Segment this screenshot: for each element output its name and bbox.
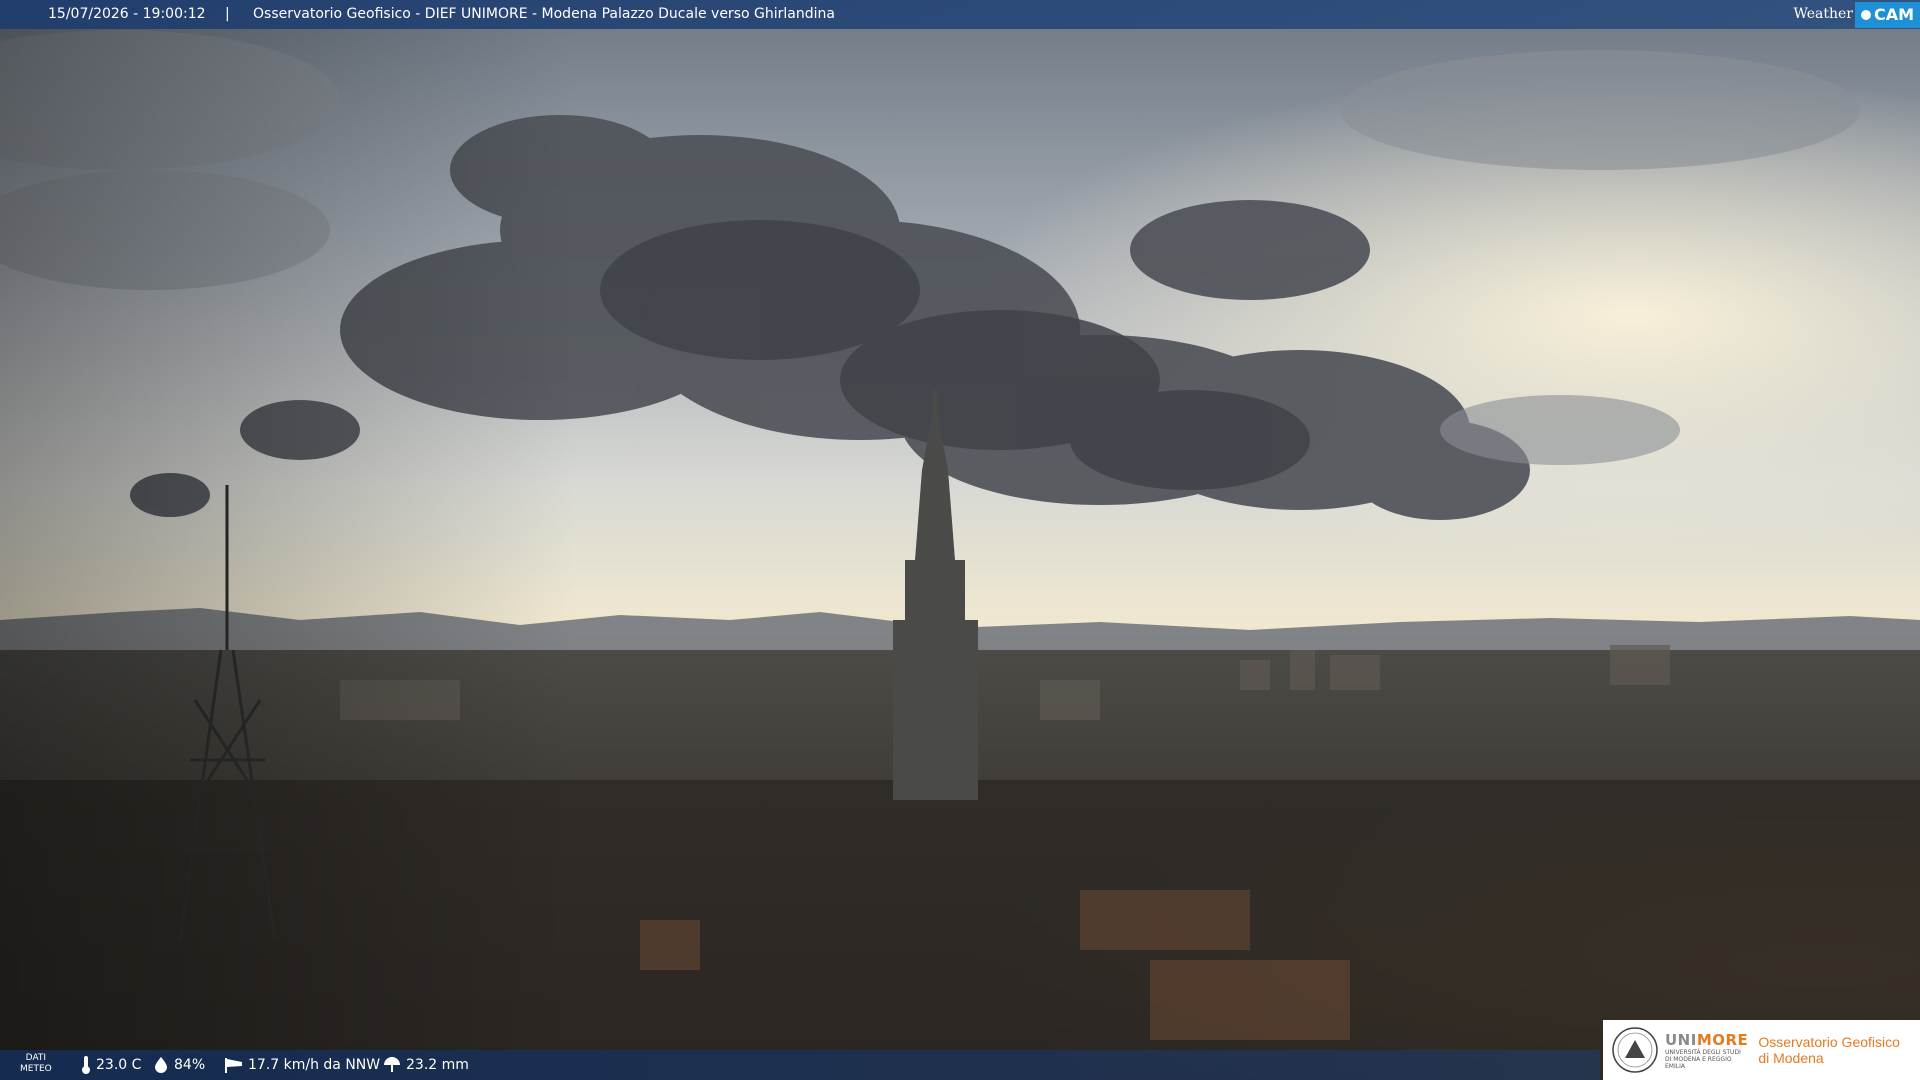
university-wordmark: UNIMORE: [1665, 1030, 1749, 1049]
humidity-drop-icon: [155, 1057, 167, 1073]
weather-data-label-line1: DATI: [25, 1053, 47, 1063]
caption-bar: 15/07/2026 - 19:00:12 | Osservatorio Geo…: [0, 0, 1920, 29]
thermometer-icon: [82, 1056, 90, 1074]
weather-data-label-line2: METEO: [20, 1064, 52, 1074]
camera-dot-icon: [1860, 9, 1871, 20]
temperature-value: 23.0 C: [96, 1057, 142, 1073]
brand-cam-text: CAM: [1873, 4, 1914, 24]
humidity-value: 84%: [174, 1057, 206, 1073]
brand-weather-text: Weather: [1793, 6, 1853, 22]
wind-windsock-icon: [225, 1058, 242, 1073]
observatory-name-line1: Osservatorio Geofisico: [1758, 1034, 1900, 1050]
wind-value: 17.7 km/h da NNW: [248, 1057, 381, 1073]
university-seal-icon: [1612, 1027, 1658, 1073]
university-name: UNIMORE UNIVERSITÀ DEGLI STUDI DI MODENA…: [1665, 1031, 1748, 1070]
observatory-name-line2: di Modena: [1758, 1050, 1824, 1066]
university-subtitle: UNIVERSITÀ DEGLI STUDI DI MODENA E REGGI…: [1665, 1048, 1741, 1070]
humidity-readout: 84%: [152, 1050, 205, 1080]
rain-readout: 23.2 mm: [382, 1050, 469, 1080]
webcam-photo: [0, 0, 1920, 1080]
separator: |: [225, 6, 230, 22]
weather-data-label: DATI METEO: [20, 1053, 52, 1075]
rain-umbrella-icon: [384, 1057, 400, 1072]
temperature-readout: 23.0 C: [80, 1050, 141, 1080]
brand-cam-badge: CAM: [1854, 1, 1920, 28]
rain-value: 23.2 mm: [406, 1057, 469, 1073]
observatory-logo: UNIMORE UNIVERSITÀ DEGLI STUDI DI MODENA…: [1603, 1020, 1920, 1080]
observatory-name: Osservatorio Geofisico di Modena: [1758, 1034, 1900, 1066]
wind-readout: 17.7 km/h da NNW: [224, 1050, 380, 1080]
weather-data-bar: DATI METEO 23.0 C 84% 17.7 km/h da NNW 2…: [0, 1050, 1600, 1080]
weathercam-logo: Weather CAM: [1793, 0, 1920, 29]
timestamp: 15/07/2026 - 19:00:12: [48, 6, 206, 22]
camera-title: Osservatorio Geofisico - DIEF UNIMORE - …: [253, 6, 835, 22]
